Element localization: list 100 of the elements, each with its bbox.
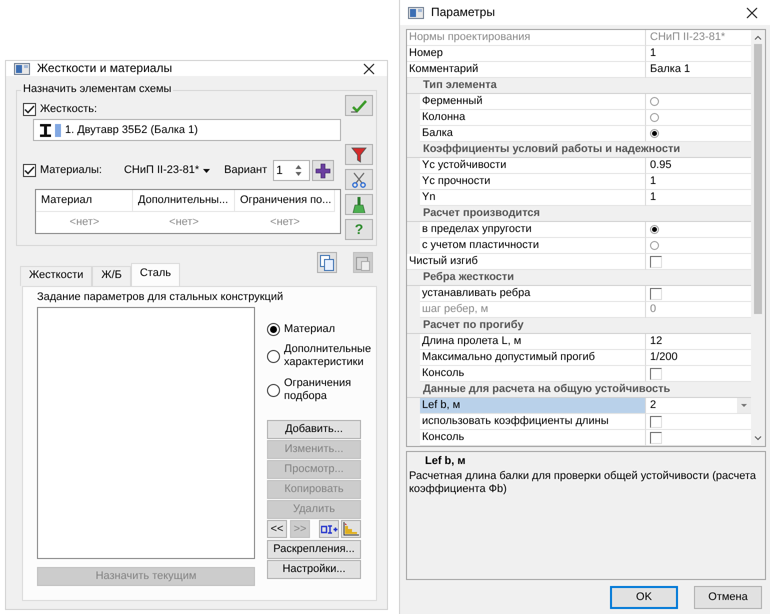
checkbox[interactable]: [650, 288, 662, 300]
checkbox[interactable]: [650, 432, 662, 444]
filter-icon: [351, 146, 367, 162]
property-label[interactable]: Балка: [420, 126, 646, 142]
property-label[interactable]: Колонна: [420, 110, 646, 126]
property-label[interactable]: с учетом пластичности: [420, 238, 646, 254]
window-title: Параметры: [431, 5, 496, 20]
column-header[interactable]: Ограничения по...: [235, 190, 335, 212]
dropdown-field[interactable]: 2: [646, 398, 752, 414]
radio-button[interactable]: [267, 323, 280, 336]
checkbox[interactable]: [650, 416, 662, 428]
action-button[interactable]: Добавить...: [267, 420, 361, 439]
table-cell-text: <нет>: [168, 215, 200, 230]
description-text: Расчетная длина балки для проверки общей устойчивости (расчета коэффициента Фb): [409, 470, 757, 497]
property-label[interactable]: Длина пролета L, м: [420, 334, 646, 350]
property-value[interactable]: Балка 1: [646, 62, 752, 78]
action-button[interactable]: Раскрепления...: [267, 540, 361, 559]
property-label[interactable]: Yc устойчивости: [420, 158, 646, 174]
brush-button[interactable]: [345, 194, 373, 215]
norm-dropdown[interactable]: СНиП II-23-81*: [124, 164, 210, 178]
stiffness-field[interactable]: 1. Двутавр 35Б2 (Балка 1): [33, 119, 341, 142]
category-header[interactable]: Ребра жесткости: [407, 270, 752, 286]
section-color-icon: [55, 124, 61, 137]
add-variant-button[interactable]: [312, 160, 334, 182]
category-header[interactable]: Расчет по прогибу: [407, 318, 752, 334]
property-value[interactable]: 0.95: [646, 158, 752, 174]
spin-arrows-icon: [294, 163, 304, 178]
dropdown-button[interactable]: [737, 398, 752, 413]
variant-spinbox[interactable]: 1: [273, 160, 310, 182]
nav-button[interactable]: <<: [267, 520, 287, 538]
checkbox[interactable]: [23, 103, 36, 116]
chevron-down-icon: [754, 436, 762, 441]
radio-button[interactable]: [650, 129, 660, 138]
chart-button[interactable]: [341, 520, 361, 538]
checkbox[interactable]: [650, 368, 662, 380]
radio-label: Дополнительные характеристики: [284, 343, 372, 370]
checkbox[interactable]: [650, 256, 662, 268]
property-value[interactable]: 1: [646, 46, 752, 62]
variant-label: Вариант: [224, 164, 268, 178]
property-value[interactable]: 1: [646, 190, 752, 206]
section-button[interactable]: [319, 520, 339, 538]
paste-icon: [356, 254, 370, 270]
property-label[interactable]: Чистый изгиб: [407, 254, 646, 270]
radio-label: Ограничения подбора: [284, 376, 352, 403]
copy-button[interactable]: [317, 252, 337, 273]
property-label[interactable]: Yn: [420, 190, 646, 206]
radio-button[interactable]: [650, 97, 660, 106]
close-icon[interactable]: [746, 6, 758, 18]
property-label[interactable]: Комментарий: [407, 62, 646, 78]
description-title: Lef b, м: [424, 455, 467, 468]
close-icon[interactable]: [363, 62, 375, 74]
property-value[interactable]: 1/200: [646, 350, 752, 366]
tab[interactable]: Ж/Б: [92, 266, 131, 286]
radio-button[interactable]: [650, 241, 660, 250]
property-label[interactable]: Ферменный: [420, 94, 646, 110]
property-label[interactable]: Максимально допустимый прогиб: [420, 350, 646, 366]
window-icon: [408, 6, 424, 20]
property-value[interactable]: 1: [646, 174, 752, 190]
apply-button[interactable]: [345, 95, 373, 116]
property-label[interactable]: Консоль: [420, 366, 646, 382]
chevron-up-icon: [754, 35, 762, 40]
radio-button[interactable]: [267, 350, 280, 364]
category-header[interactable]: Расчет производится: [407, 206, 752, 222]
property-label[interactable]: Номер: [407, 46, 646, 62]
check-mark-icon: [24, 105, 35, 114]
property-label[interactable]: использовать коэффициенты длины: [420, 414, 646, 430]
category-header[interactable]: Тип элемента: [407, 78, 752, 94]
property-label[interactable]: в пределах упругости: [420, 222, 646, 238]
dialog-button[interactable]: Отмена: [694, 586, 762, 609]
checkbox-label: Жесткость:: [40, 103, 98, 116]
radio-label: Материал: [284, 322, 335, 336]
checkbox[interactable]: [23, 164, 36, 178]
section-icon: [320, 524, 338, 534]
dialog-button[interactable]: OK: [610, 586, 678, 609]
property-label[interactable]: Lef b, м: [420, 398, 646, 414]
radio-button[interactable]: [650, 113, 660, 122]
tab[interactable]: Жесткости: [20, 266, 92, 286]
column-header[interactable]: Материал: [36, 190, 133, 212]
scissors-icon: [351, 172, 367, 188]
tab[interactable]: Сталь: [130, 263, 180, 286]
category-header[interactable]: Коэффициенты условий работы и надежности: [407, 142, 752, 158]
filter-button[interactable]: [345, 144, 373, 165]
property-label[interactable]: Yc прочности: [420, 174, 646, 190]
cut-button[interactable]: [345, 169, 373, 190]
action-button[interactable]: Настройки...: [267, 560, 361, 579]
property-value[interactable]: 12: [646, 334, 752, 350]
category-header[interactable]: Данные для расчета на общую устойчивость: [407, 382, 752, 398]
caret-down-icon: [203, 168, 210, 173]
chart-icon: [343, 522, 359, 536]
property-label[interactable]: устанавливать ребра: [420, 286, 646, 302]
panel-caption: Задание параметров для стальных конструкций: [37, 291, 284, 304]
copy-icon: [320, 254, 334, 270]
column-header[interactable]: Дополнительны...: [133, 190, 235, 212]
radio-button[interactable]: [650, 225, 660, 234]
scrollbar-thumb[interactable]: [754, 44, 762, 314]
check-mark-icon: [24, 166, 35, 176]
check-icon: [350, 98, 368, 112]
radio-button[interactable]: [267, 384, 280, 397]
i-beam-icon: [40, 124, 51, 137]
property-label[interactable]: Консоль: [420, 430, 646, 446]
